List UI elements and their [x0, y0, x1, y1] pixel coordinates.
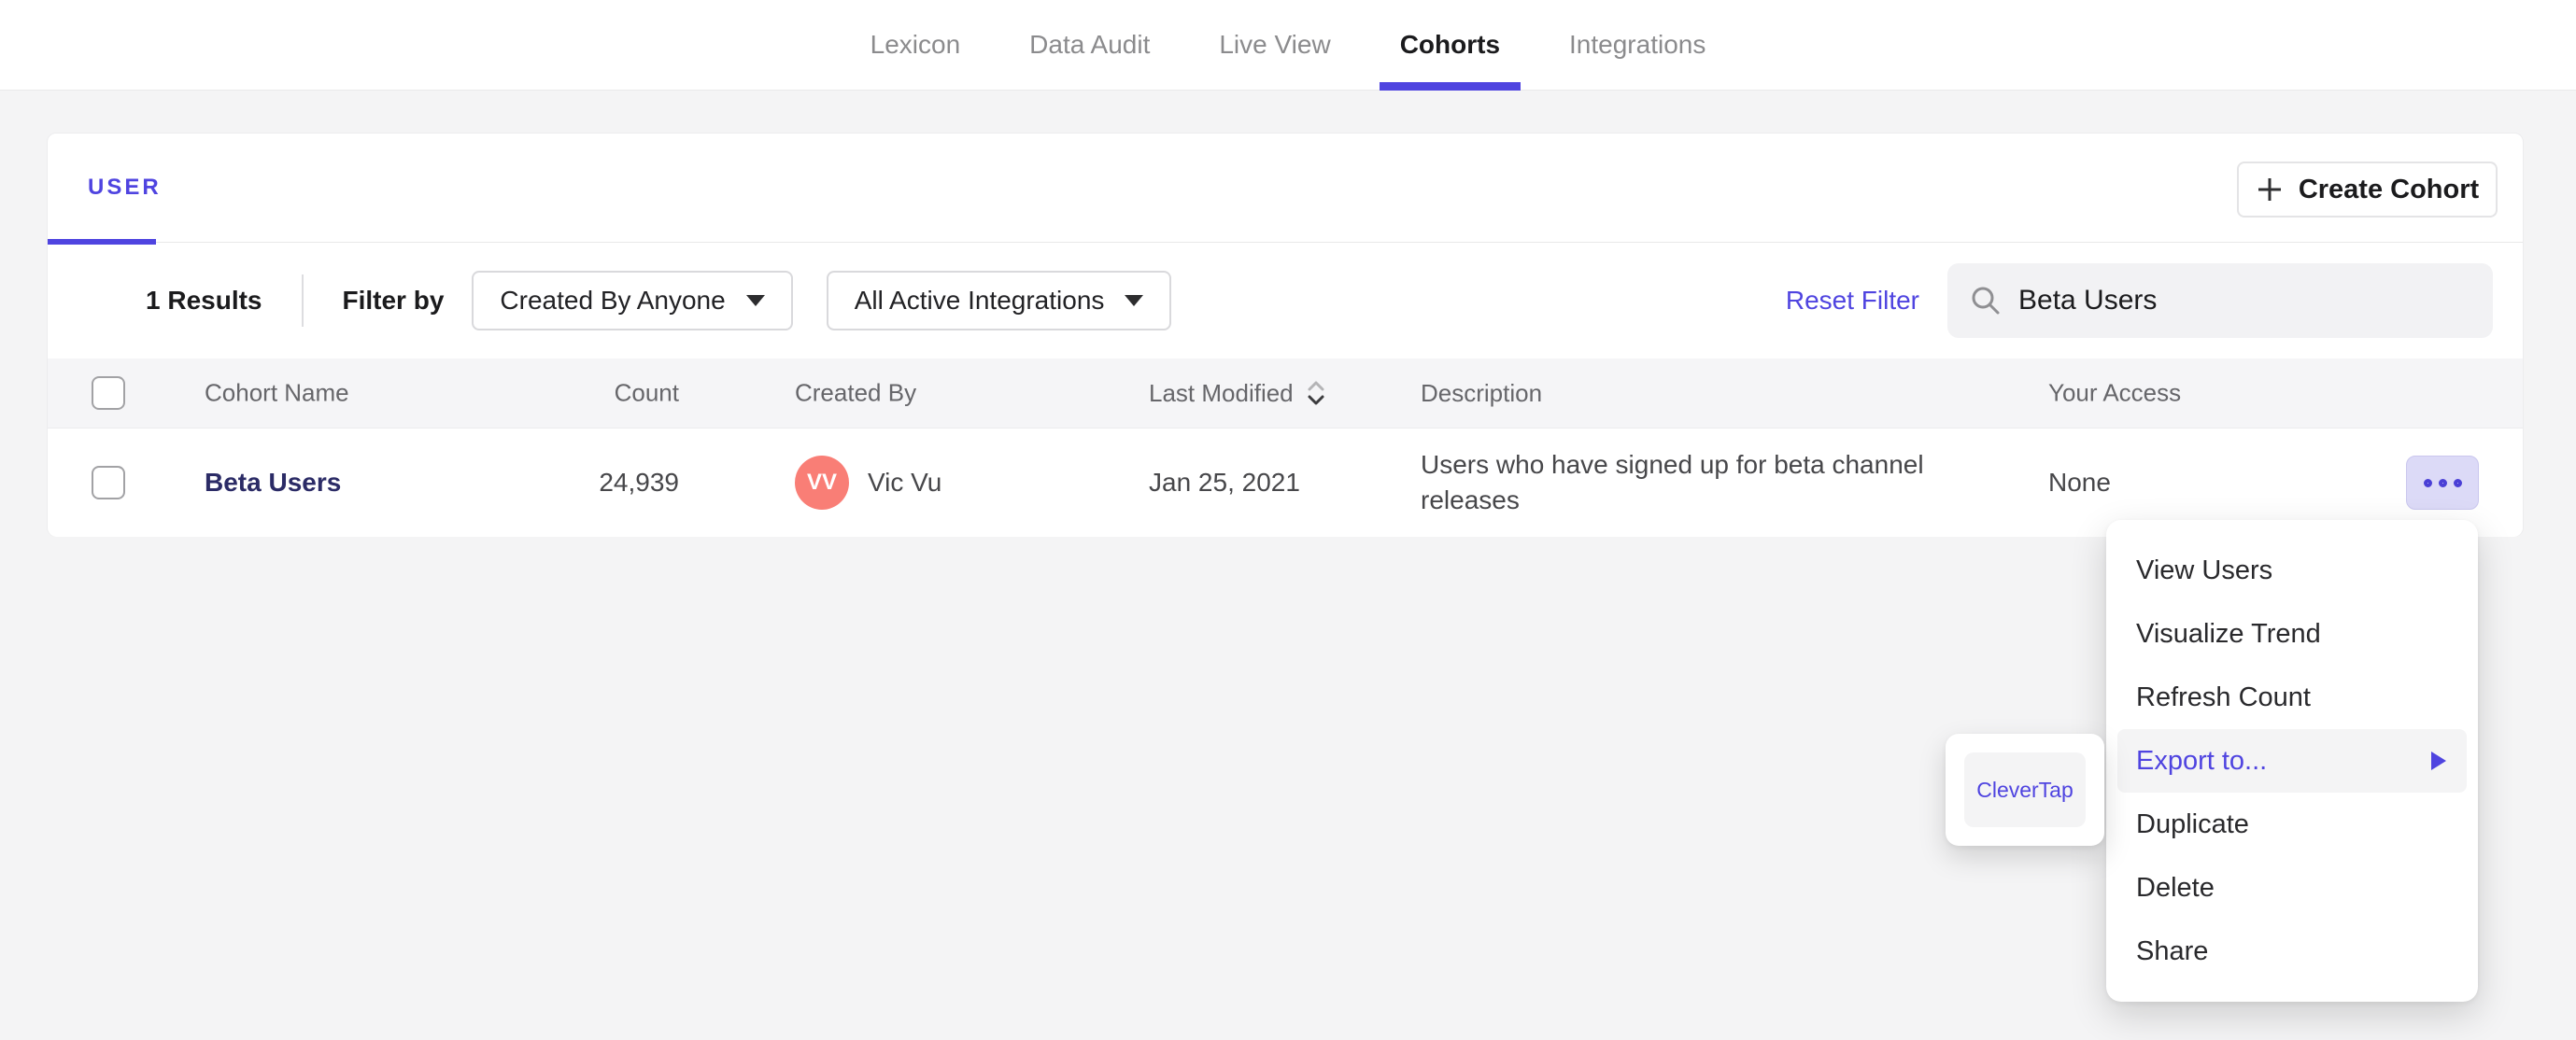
- cohorts-card: USER Create Cohort 1 Results Filter by C…: [47, 133, 2524, 537]
- header-last-modified[interactable]: Last Modified: [1149, 378, 1327, 408]
- cohort-count: 24,939: [599, 468, 679, 497]
- integrations-dropdown[interactable]: All Active Integrations: [826, 271, 1172, 330]
- submenu-item-clevertap[interactable]: CleverTap: [1964, 752, 2086, 827]
- chevron-down-icon: [745, 295, 765, 306]
- header-cohort-name: Cohort Name: [205, 378, 349, 407]
- tab-user-underline: [48, 239, 156, 245]
- top-navigation: Lexicon Data Audit Live View Cohorts Int…: [0, 0, 2576, 91]
- integrations-dropdown-value: All Active Integrations: [854, 286, 1105, 315]
- select-all-checkbox[interactable]: [92, 376, 125, 410]
- header-your-access: Your Access: [2048, 378, 2182, 407]
- chevron-down-icon: [1125, 295, 1144, 306]
- export-submenu: CleverTap: [1946, 734, 2104, 846]
- filter-by-label: Filter by: [342, 286, 445, 315]
- submenu-arrow-icon: [2431, 752, 2446, 770]
- nav-tab-live-view[interactable]: Live View: [1198, 0, 1351, 90]
- menu-item-visualize-trend[interactable]: Visualize Trend: [2106, 602, 2478, 666]
- tab-user[interactable]: USER: [48, 134, 162, 242]
- nav-tab-data-audit[interactable]: Data Audit: [1009, 0, 1170, 90]
- nav-tab-cohorts-label: Cohorts: [1399, 30, 1501, 59]
- ellipsis-icon: [2453, 478, 2462, 487]
- your-access-cell: None: [2048, 468, 2111, 497]
- plus-icon: [2258, 178, 2281, 201]
- description-cell: Users who have signed up for beta channe…: [1421, 450, 1924, 514]
- header-description: Description: [1421, 379, 1543, 407]
- menu-item-export-to[interactable]: Export to...: [2117, 729, 2467, 793]
- create-cohort-button-label: Create Cohort: [2298, 174, 2480, 204]
- avatar: VV: [795, 456, 849, 510]
- results-count: 1 Results: [146, 286, 262, 315]
- sort-icon[interactable]: [1305, 378, 1327, 408]
- row-actions-button[interactable]: [2406, 456, 2479, 510]
- filter-bar: 1 Results Filter by Created By Anyone Al…: [48, 243, 2523, 358]
- search-icon: [1972, 287, 2000, 315]
- last-modified-cell: Jan 25, 2021: [1149, 468, 1300, 497]
- checkbox[interactable]: [92, 376, 125, 410]
- cohort-name-link[interactable]: Beta Users: [205, 468, 341, 497]
- ellipsis-icon: [2423, 478, 2432, 487]
- ellipsis-icon: [2438, 478, 2447, 487]
- row-checkbox-wrap[interactable]: [92, 466, 125, 499]
- nav-tab-lexicon[interactable]: Lexicon: [850, 0, 982, 90]
- menu-item-share[interactable]: Share: [2106, 920, 2478, 983]
- menu-item-delete[interactable]: Delete: [2106, 856, 2478, 920]
- header-count: Count: [614, 378, 679, 407]
- checkbox[interactable]: [92, 466, 125, 499]
- card-tab-bar: USER Create Cohort: [48, 134, 2523, 245]
- row-context-menu: View Users Visualize Trend Refresh Count…: [2106, 520, 2478, 1002]
- nav-tab-cohorts[interactable]: Cohorts: [1379, 0, 1522, 91]
- table-header-row: Cohort Name Count Created By Last Modifi…: [48, 358, 2523, 429]
- nav-tab-integrations[interactable]: Integrations: [1549, 0, 1726, 90]
- search-input[interactable]: Beta Users: [1947, 263, 2493, 338]
- menu-item-duplicate[interactable]: Duplicate: [2106, 793, 2478, 856]
- active-tab-underline: [1379, 82, 1522, 91]
- creator-name: Vic Vu: [868, 468, 942, 497]
- search-input-value: Beta Users: [2018, 285, 2158, 316]
- menu-item-refresh-count[interactable]: Refresh Count: [2106, 666, 2478, 729]
- nav-tabs: Lexicon Data Audit Live View Cohorts Int…: [850, 0, 1727, 91]
- created-by-dropdown[interactable]: Created By Anyone: [472, 271, 793, 330]
- vertical-divider: [301, 274, 304, 327]
- create-cohort-button[interactable]: Create Cohort: [2237, 162, 2498, 218]
- created-by-dropdown-value: Created By Anyone: [500, 286, 726, 315]
- tab-user-label: USER: [88, 175, 162, 200]
- menu-item-export-to-label: Export to...: [2136, 745, 2268, 776]
- header-created-by: Created By: [795, 378, 917, 407]
- menu-item-view-users[interactable]: View Users: [2106, 539, 2478, 602]
- reset-filter-link[interactable]: Reset Filter: [1786, 286, 1919, 316]
- created-by-cell: VV Vic Vu: [795, 456, 941, 510]
- header-last-modified-label: Last Modified: [1149, 378, 1294, 407]
